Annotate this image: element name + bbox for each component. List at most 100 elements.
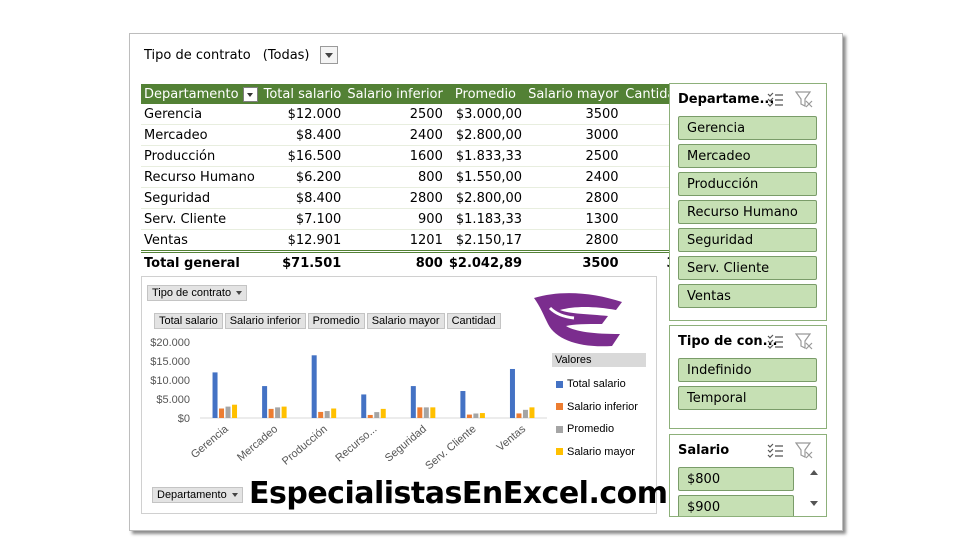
cell-value[interactable]: 2800 (525, 187, 622, 209)
table-row[interactable]: Serv. Cliente$7.100900$1.183,3313006 (141, 208, 688, 230)
clear-filter-icon[interactable] (795, 441, 813, 459)
bar-salario-inferior-recurso[interactable] (367, 414, 373, 418)
bar-total-salario-produccion[interactable] (311, 355, 317, 418)
bar-promedio-seguridad[interactable] (423, 407, 429, 418)
bar-promedio-produccion[interactable] (324, 411, 330, 418)
row-label[interactable]: Serv. Cliente (141, 208, 261, 230)
multi-select-icon[interactable] (766, 90, 784, 108)
slicer-item-800[interactable]: $800 (678, 467, 794, 491)
multi-select-icon[interactable] (766, 332, 784, 350)
bar-total-salario-gerencia[interactable] (212, 372, 218, 418)
cell-value[interactable]: $2.800,00 (445, 187, 526, 209)
multi-select-icon[interactable] (766, 441, 784, 459)
cell-value[interactable]: 1600 (344, 145, 446, 167)
bar-salario-inferior-gerencia[interactable] (219, 408, 225, 419)
clear-filter-icon[interactable] (795, 332, 813, 350)
bar-salario-inferior-ventas[interactable] (516, 413, 522, 418)
bar-salario-mayor-mercadeo[interactable] (281, 406, 287, 418)
slicer-item-gerencia[interactable]: Gerencia (678, 116, 817, 140)
cell-value[interactable]: $16.500 (260, 145, 345, 167)
report-filter-label: Tipo de contrato (144, 47, 251, 63)
chart-axis-button[interactable]: Departamento (152, 487, 243, 503)
bar-total-salario-ventas[interactable] (509, 368, 515, 418)
table-row[interactable]: Ventas$12.9011201$2.150,1728006 (141, 229, 688, 252)
row-label[interactable]: Producción (141, 145, 261, 167)
bar-promedio-mercadeo[interactable] (275, 407, 281, 418)
row-label[interactable]: Gerencia (141, 104, 261, 125)
slicer-salario-scrollbar[interactable] (808, 465, 820, 511)
row-label-filter-dropdown[interactable] (242, 86, 258, 102)
bar-salario-mayor-gerencia[interactable] (232, 404, 238, 418)
cell-value[interactable]: $1.833,33 (445, 145, 526, 167)
cell-value[interactable]: $8.400 (260, 187, 345, 209)
slicer-item-seguridad[interactable]: Seguridad (678, 228, 817, 252)
cell-value[interactable]: $6.200 (260, 166, 345, 188)
cell-value[interactable]: $2.800,00 (445, 124, 526, 146)
bar-salario-inferior-produccion[interactable] (318, 411, 324, 418)
cell-value[interactable]: 800 (344, 250, 446, 273)
slicer-item-serv-cliente[interactable]: Serv. Cliente (678, 256, 817, 280)
cell-value[interactable]: 3000 (525, 124, 622, 146)
cell-value[interactable]: $7.100 (260, 208, 345, 230)
pivot-total-row[interactable]: Total general$71.501800$2.042,89350035 (141, 250, 688, 273)
report-filter-dropdown[interactable] (319, 46, 338, 64)
slicer-item-ventas[interactable]: Ventas (678, 284, 817, 308)
cell-value[interactable]: $1.550,00 (445, 166, 526, 188)
cell-value[interactable]: 2500 (344, 104, 446, 125)
bar-salario-inferior-seguridad[interactable] (417, 407, 423, 418)
cell-value[interactable]: $2.150,17 (445, 229, 526, 252)
bar-promedio-serv-cliente[interactable] (473, 413, 479, 418)
slicer-item-mercadeo[interactable]: Mercadeo (678, 144, 817, 168)
cell-value[interactable]: $12.901 (260, 229, 345, 252)
slicer-item-temporal[interactable]: Temporal (678, 386, 817, 410)
cell-value[interactable]: 1300 (525, 208, 622, 230)
slicer-item-produccion[interactable]: Producción (678, 172, 817, 196)
bar-total-salario-recurso[interactable] (361, 394, 367, 418)
scroll-down-icon[interactable] (810, 501, 818, 506)
cell-value[interactable]: 2400 (525, 166, 622, 188)
row-label[interactable]: Ventas (141, 229, 261, 252)
row-label[interactable]: Recurso Humano (141, 166, 261, 188)
bar-promedio-ventas[interactable] (522, 409, 528, 418)
cell-value[interactable]: 2500 (525, 145, 622, 167)
bar-salario-inferior-mercadeo[interactable] (268, 408, 274, 418)
cell-value[interactable]: 2800 (525, 229, 622, 252)
cell-value[interactable]: $3.000,00 (445, 104, 526, 125)
cell-value[interactable]: $71.501 (260, 250, 345, 273)
bar-total-salario-seguridad[interactable] (410, 386, 416, 418)
clear-filter-icon[interactable] (795, 90, 813, 108)
cell-value[interactable]: 3500 (525, 104, 622, 125)
bar-total-salario-serv-cliente[interactable] (460, 391, 466, 418)
cell-value[interactable]: $1.183,33 (445, 208, 526, 230)
slicer-item-900[interactable]: $900 (678, 495, 794, 516)
cell-value[interactable]: 2400 (344, 124, 446, 146)
bar-promedio-recurso[interactable] (374, 412, 380, 418)
cell-value[interactable]: 1201 (344, 229, 446, 252)
bar-promedio-gerencia[interactable] (225, 406, 231, 418)
cell-value[interactable]: $8.400 (260, 124, 345, 146)
table-row[interactable]: Mercadeo$8.4002400$2.800,0030003 (141, 124, 688, 146)
cell-value[interactable]: $2.042,89 (445, 250, 526, 273)
bar-salario-mayor-serv-cliente[interactable] (479, 413, 485, 418)
table-row[interactable]: Seguridad$8.4002800$2.800,0028003 (141, 187, 688, 209)
row-label[interactable]: Seguridad (141, 187, 261, 209)
bar-total-salario-mercadeo[interactable] (262, 386, 268, 418)
cell-value[interactable]: 2800 (344, 187, 446, 209)
table-row[interactable]: Recurso Humano$6.200800$1.550,0024004 (141, 166, 688, 188)
bar-salario-mayor-produccion[interactable] (331, 408, 337, 419)
scroll-up-icon[interactable] (810, 470, 818, 475)
cell-value[interactable]: 900 (344, 208, 446, 230)
table-row[interactable]: Producción$16.5001600$1.833,3325009 (141, 145, 688, 167)
cell-value[interactable]: 800 (344, 166, 446, 188)
slicer-item-recurso-humano[interactable]: Recurso Humano (678, 200, 817, 224)
cell-value[interactable]: $12.000 (260, 104, 345, 125)
table-row[interactable]: Gerencia$12.0002500$3.000,0035004 (141, 104, 688, 125)
bar-salario-mayor-seguridad[interactable] (430, 407, 436, 418)
row-label[interactable]: Total general (141, 250, 261, 273)
bar-salario-inferior-serv-cliente[interactable] (466, 414, 472, 418)
row-label[interactable]: Mercadeo (141, 124, 261, 146)
slicer-item-indefinido[interactable]: Indefinido (678, 358, 817, 382)
bar-salario-mayor-recurso[interactable] (380, 408, 386, 418)
bar-salario-mayor-ventas[interactable] (529, 407, 535, 418)
cell-value[interactable]: 3500 (525, 250, 622, 273)
